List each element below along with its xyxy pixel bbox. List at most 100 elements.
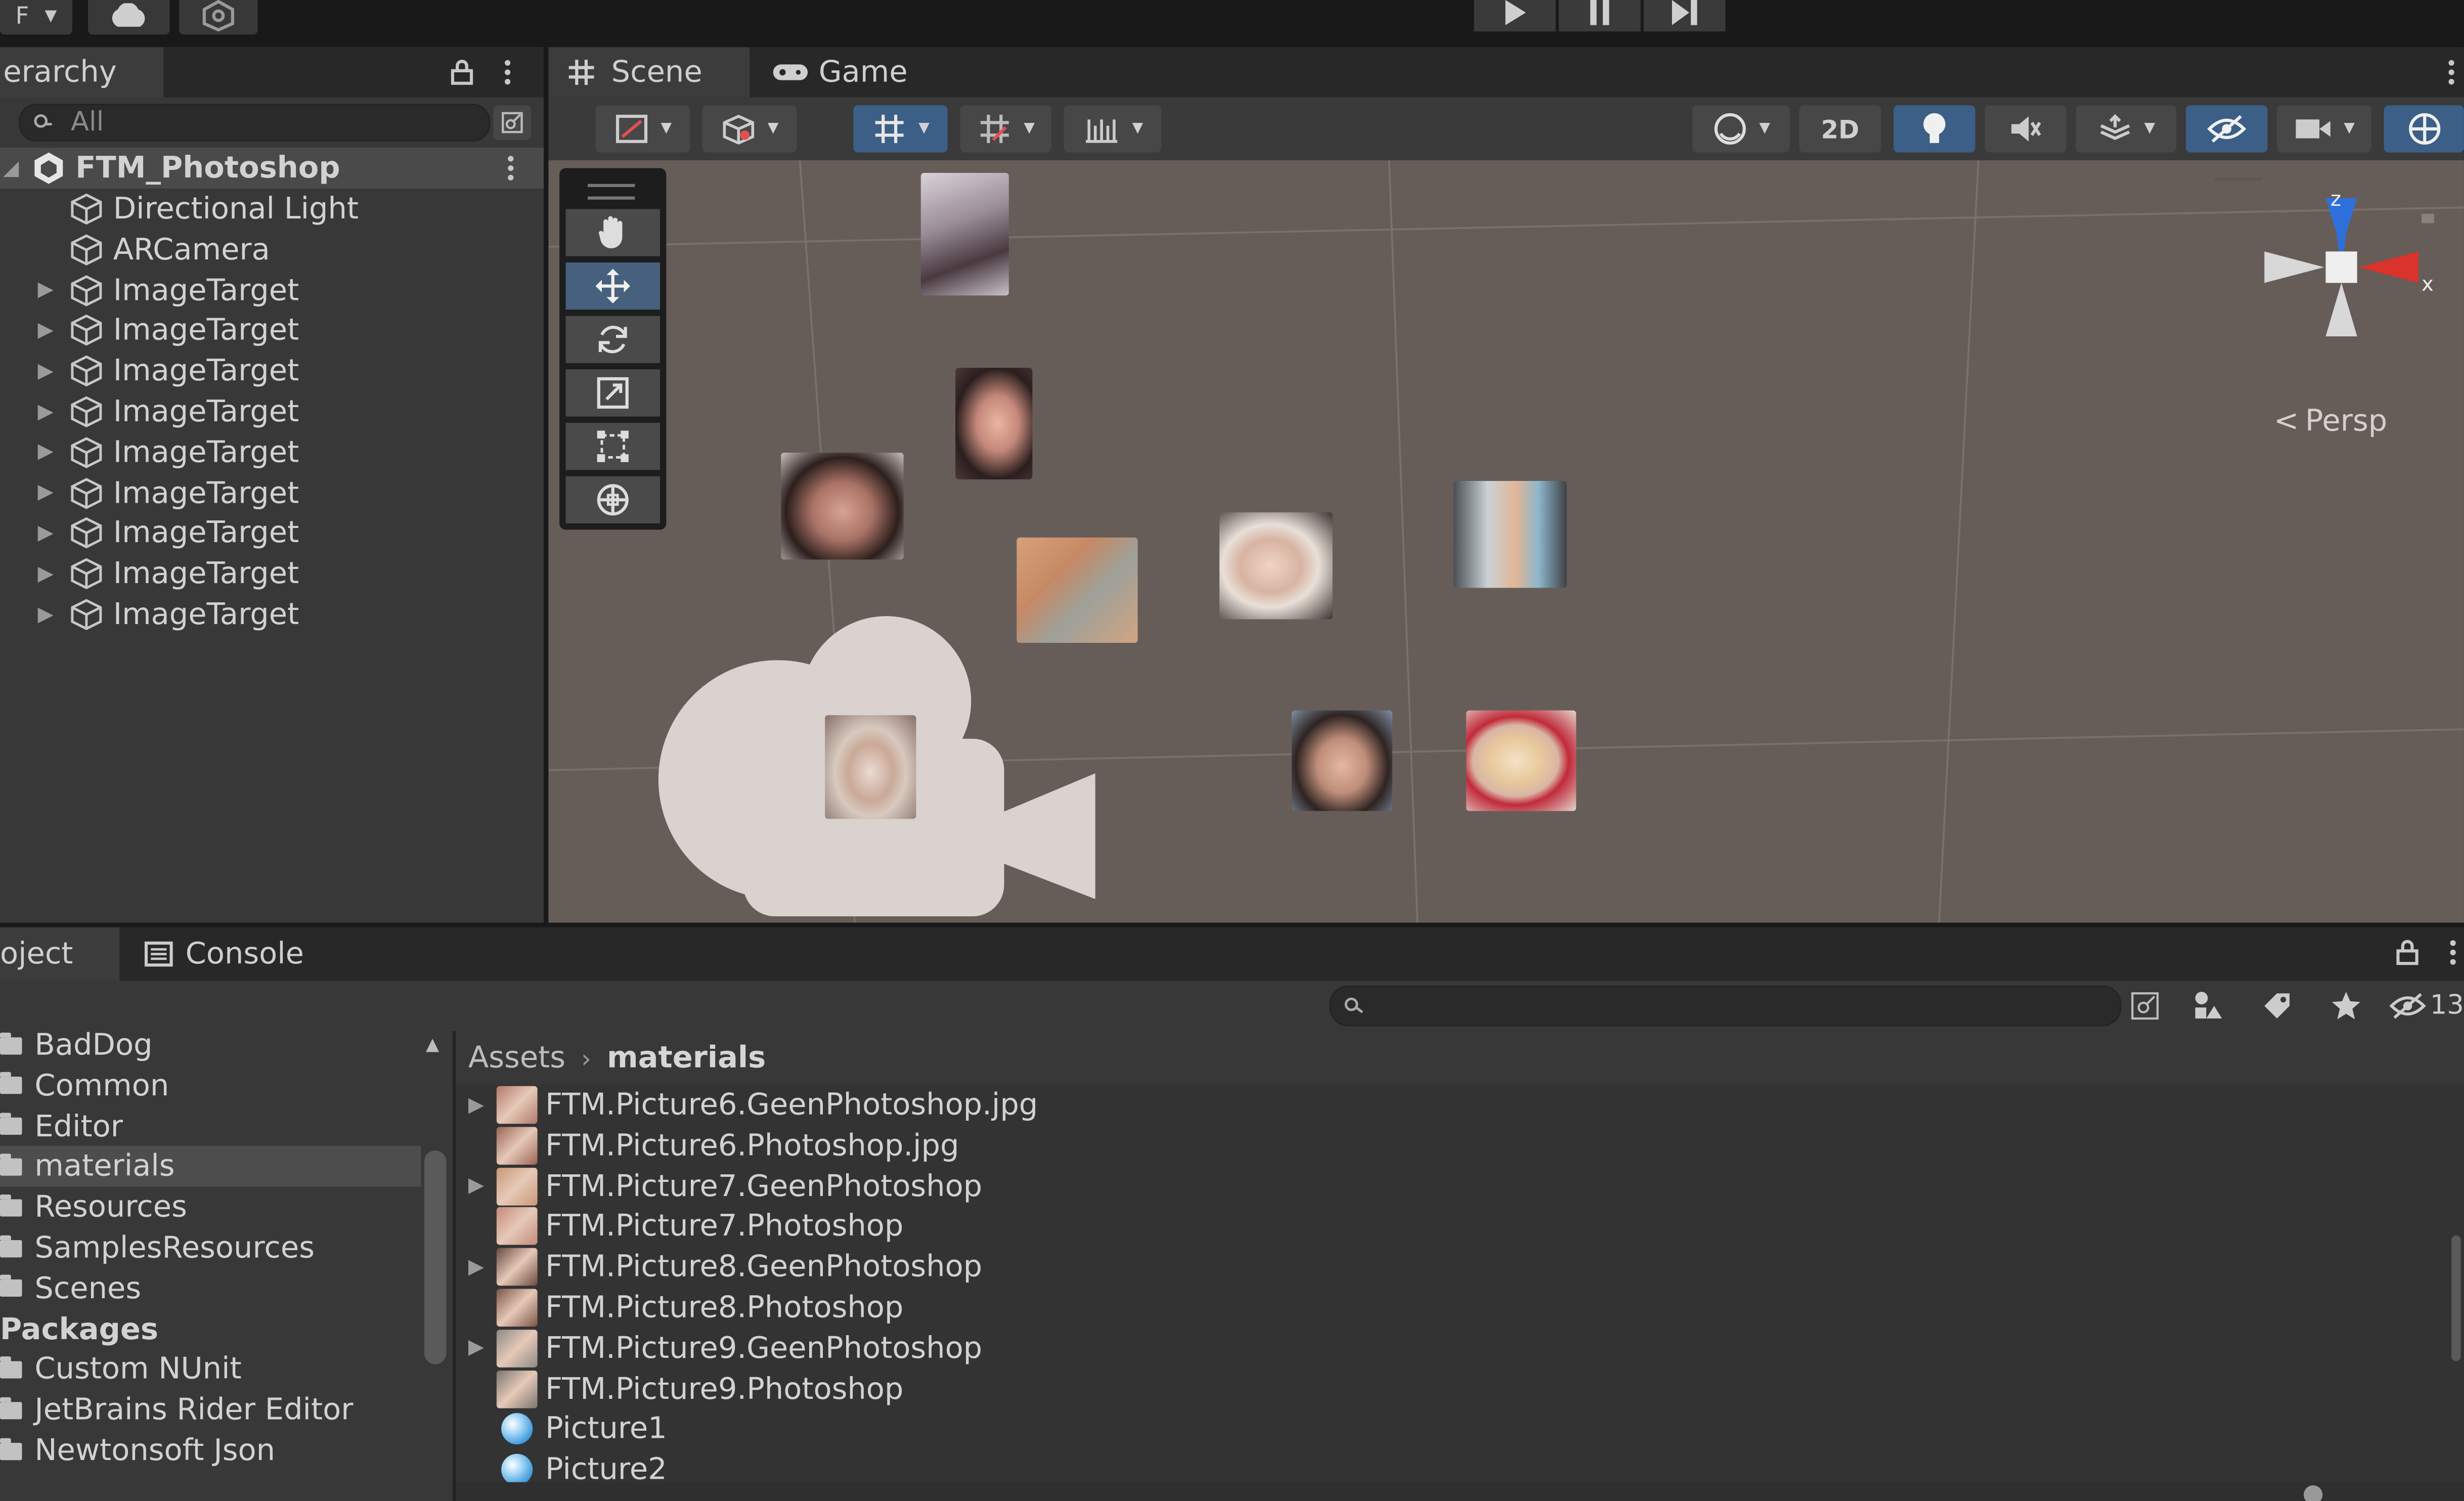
ruler-dropdown[interactable]: ▼ [1064,105,1162,153]
scene-viewport[interactable]: z x < Persp [548,160,2464,923]
tab-game[interactable]: Game [772,47,945,97]
image-target-thumbnail[interactable] [1292,710,1392,811]
panel-divider[interactable] [544,47,549,923]
rect-tool-button[interactable] [565,423,660,470]
tab-hierarchy[interactable]: erarchy [0,47,164,98]
folder-item[interactable]: SamplesResources [0,1227,421,1268]
asset-item[interactable]: FTM.Picture9.Photoshop [456,1368,903,1409]
hierarchy-item[interactable]: ARCamera [0,229,544,270]
hierarchy-item[interactable]: ▶ ImageTarget [0,432,544,473]
asset-item[interactable]: FTM.Picture8.Photoshop [456,1287,903,1328]
expand-arrow-icon[interactable]: ▶ [38,521,57,545]
expand-arrow-icon[interactable]: ▶ [38,603,57,627]
image-target-thumbnail[interactable] [825,715,916,819]
scale-tool-button[interactable] [565,369,660,417]
collab-button[interactable] [179,0,258,35]
account-dropdown[interactable]: F ▼ [0,0,72,35]
transform-tool-button[interactable] [565,476,660,523]
hierarchy-item[interactable]: ▶ ImageTarget [0,391,544,432]
expand-arrow-icon[interactable]: ▶ [456,1093,497,1117]
increment-snap-dropdown[interactable]: ▼ [960,105,1051,153]
scroll-up-icon[interactable]: ▲ [426,1034,439,1054]
hierarchy-item[interactable]: ▶ ImageTarget [0,351,544,392]
expand-arrow-icon[interactable]: ▶ [38,440,57,464]
folder-item[interactable]: Newtonsoft Json [0,1430,421,1471]
search-options-button[interactable] [2125,987,2166,1025]
asset-item[interactable]: Picture1 [456,1409,667,1450]
hierarchy-search-input[interactable]: All [19,104,491,142]
expand-arrow-icon[interactable]: ▶ [38,562,57,586]
expand-arrow-icon[interactable]: ▶ [38,278,57,302]
expand-arrow-icon[interactable]: ▶ [38,481,57,505]
hierarchy-scene-row[interactable]: ◢ FTM_Photoshop [0,148,544,189]
hidden-packages-toggle[interactable]: 13 [2389,987,2464,1025]
scrollbar-thumb[interactable] [424,1150,447,1364]
hierarchy-item[interactable]: ▶ ImageTarget [0,554,544,595]
expand-arrow-icon[interactable]: ▶ [38,400,57,424]
hierarchy-item[interactable]: ▶ ImageTarget [0,270,544,311]
expand-arrow-icon[interactable]: ▶ [456,1337,497,1360]
favorites-button[interactable] [2322,987,2369,1025]
folder-item[interactable]: Resources [0,1187,421,1228]
draw-mode-dropdown[interactable]: ▼ [595,105,690,153]
filter-by-type-button[interactable] [2184,987,2231,1025]
cloud-button[interactable] [87,0,170,35]
pause-button[interactable] [1559,0,1641,32]
lock-icon[interactable] [2396,940,2418,965]
tab-scene[interactable]: Scene [548,47,750,98]
scene-more-icon[interactable] [506,156,515,181]
expand-arrow-icon[interactable]: ▶ [38,319,57,343]
orbit-dropdown[interactable]: ▼ [1692,105,1790,153]
search-options-button[interactable] [493,105,532,140]
breadcrumb-current[interactable]: materials [607,1040,766,1075]
asset-item[interactable]: ▶ FTM.Picture9.GeenPhotoshop [456,1328,982,1369]
breadcrumb-root[interactable]: Assets [468,1040,565,1075]
effects-dropdown[interactable]: ▼ [2076,105,2177,153]
hierarchy-item[interactable]: ▶ ImageTarget [0,594,544,635]
image-target-thumbnail[interactable] [1219,512,1333,620]
image-target-thumbnail[interactable] [1454,481,1567,588]
hierarchy-item[interactable]: ▶ ImageTarget [0,513,544,554]
folder-item[interactable]: Common [0,1066,421,1107]
project-divider[interactable] [452,1031,456,1501]
tab-console[interactable]: Console [144,928,333,981]
perspective-toggle[interactable]: < Persp [2274,404,2387,438]
expand-arrow-icon[interactable]: ▶ [456,1174,497,1198]
camera-settings-dropdown[interactable]: ▼ [2277,105,2371,153]
folder-item[interactable]: JetBrains Rider Editor [0,1390,421,1431]
step-button[interactable] [1644,0,1726,32]
project-search-input[interactable] [1329,985,2122,1027]
shading-dropdown[interactable]: ▼ [702,105,797,153]
lock-icon[interactable] [451,60,473,85]
asset-scrollbar[interactable] [2451,1235,2461,1361]
grid-snapping-button[interactable]: ▼ [853,105,948,153]
tab-project[interactable]: oject [0,927,120,981]
hierarchy-item[interactable]: ▶ ImageTarget [0,472,544,513]
hand-tool-button[interactable] [565,209,660,256]
image-target-thumbnail[interactable] [920,172,1009,296]
filter-by-label-button[interactable] [2254,987,2301,1025]
image-target-thumbnail[interactable] [1466,710,1576,811]
zoom-slider-thumb[interactable] [2304,1485,2323,1501]
asset-item[interactable]: FTM.Picture6.Photoshop.jpg [456,1125,959,1166]
scene-more-options-icon[interactable] [2447,60,2456,85]
asset-item[interactable]: FTM.Picture7.Photoshop [456,1206,903,1247]
lighting-toggle-button[interactable] [1894,105,1975,153]
asset-item[interactable]: ▶ FTM.Picture7.GeenPhotoshop [456,1166,982,1207]
move-tool-button[interactable] [565,262,660,310]
expand-arrow-icon[interactable]: ▶ [456,1255,497,1279]
expand-arrow-icon[interactable]: ◢ [3,156,22,180]
folder-item[interactable]: materials [0,1146,421,1187]
folder-item[interactable]: BadDog [0,1025,421,1066]
folder-scrollbar[interactable]: ▲ [421,1031,450,1501]
more-options-icon[interactable] [2448,940,2458,965]
folder-section-header[interactable]: Packages [0,1309,421,1350]
gizmos-dropdown[interactable] [2384,105,2464,153]
image-target-thumbnail[interactable] [781,453,904,560]
hierarchy-item[interactable]: ▶ ImageTarget [0,310,544,351]
play-button[interactable] [1474,0,1556,32]
tool-palette-handle[interactable] [588,184,635,200]
rotate-tool-button[interactable] [565,316,660,363]
scene-visibility-button[interactable] [2185,105,2268,153]
image-target-thumbnail[interactable] [955,368,1033,479]
